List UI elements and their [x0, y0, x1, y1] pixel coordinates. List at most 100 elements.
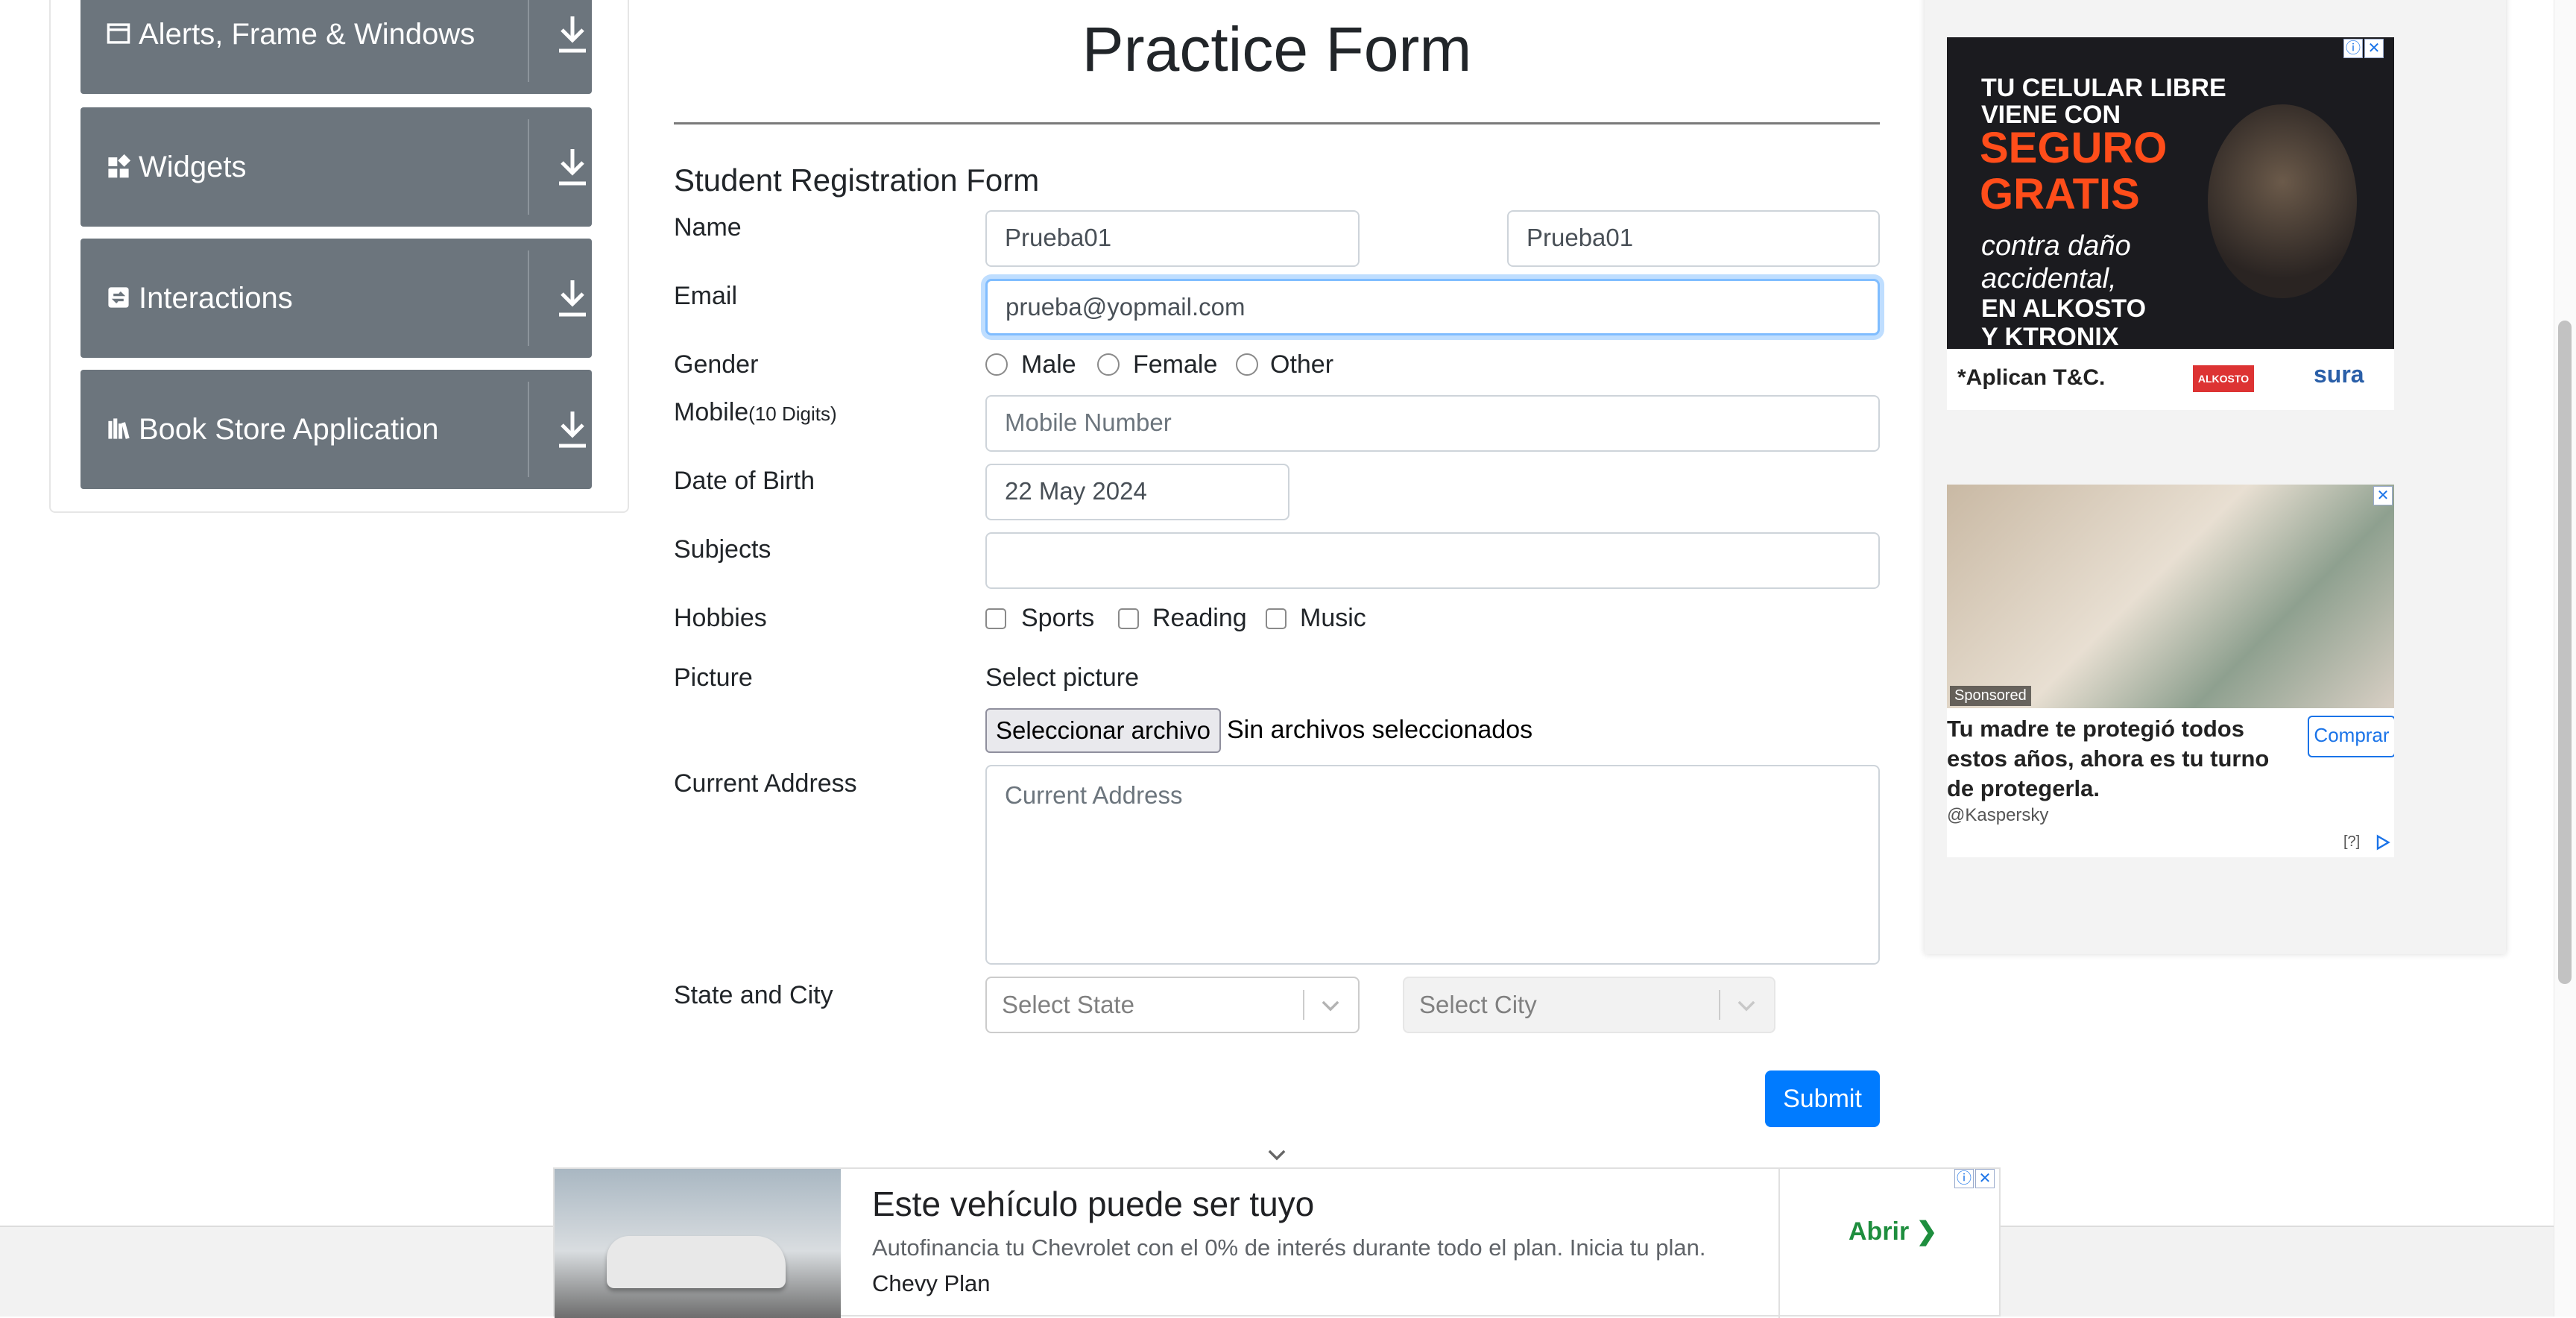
ad-text: accidental, — [1981, 263, 2117, 294]
sponsored-badge: Sponsored — [1950, 686, 2031, 706]
ad-info-icon[interactable]: ⓘ — [1954, 1169, 1974, 1188]
chevron-down-icon[interactable] — [1264, 1142, 1289, 1167]
hobby-reading-checkbox[interactable] — [1118, 608, 1139, 629]
hobby-sports-checkbox[interactable] — [985, 608, 1006, 629]
download-icon[interactable] — [555, 277, 590, 319]
ad-line: EN ALKOSTO Y KTRONIX — [1981, 294, 2146, 351]
picture-label: Picture — [674, 663, 753, 692]
download-icon[interactable] — [555, 13, 590, 55]
sidebar-group-bookstore[interactable]: Book Store Application — [80, 370, 592, 489]
mobile-hint: (10 Digits) — [748, 403, 837, 425]
chevron-down-icon[interactable] — [1318, 993, 1343, 1018]
gender-female-label[interactable]: Female — [1133, 350, 1217, 379]
state-select[interactable]: Select State — [985, 977, 1360, 1033]
ad-cta-button[interactable]: Abrir ❯ — [1849, 1217, 1937, 1246]
ad-text: Y KTRONIX — [1981, 323, 2119, 351]
dob-label: Date of Birth — [674, 467, 815, 495]
close-icon[interactable]: ✕ — [1975, 1169, 1995, 1188]
chevron-right-icon: ❯ — [1916, 1217, 1938, 1246]
ad-divider — [1778, 1169, 1780, 1318]
group-divider — [528, 0, 529, 82]
close-icon[interactable]: ✕ — [2364, 39, 2384, 58]
sidebar-group-label: Book Store Application — [139, 413, 439, 446]
chevron-down-icon[interactable] — [1734, 993, 1759, 1018]
ad-cta-button[interactable]: Comprar — [2308, 716, 2394, 757]
last-name-input[interactable]: Prueba01 — [1507, 210, 1880, 267]
sidebar-group-widgets[interactable]: Widgets — [80, 107, 592, 227]
submit-button[interactable]: Submit — [1765, 1071, 1880, 1127]
ad-kaspersky[interactable]: Sponsored Tu madre te protegió todos est… — [1947, 485, 2394, 857]
gender-female-radio[interactable] — [1097, 353, 1120, 376]
ad-footer: *Aplican T&C. ALKOSTO sura — [1947, 349, 2394, 410]
download-icon[interactable] — [555, 409, 590, 450]
gender-other-label[interactable]: Other — [1270, 350, 1333, 379]
window-icon — [107, 23, 130, 44]
hobby-reading-label[interactable]: Reading — [1152, 604, 1247, 633]
picture-caption: Select picture — [985, 663, 1139, 692]
form-title: Student Registration Form — [674, 163, 1040, 198]
select-separator — [1719, 990, 1720, 1020]
mobile-placeholder: Mobile Number — [1005, 409, 1172, 436]
address-textarea[interactable]: Current Address — [985, 765, 1880, 965]
group-divider — [528, 119, 529, 215]
city-select[interactable]: Select City — [1403, 977, 1775, 1033]
state-placeholder: Select State — [1002, 991, 1134, 1018]
gender-male-label[interactable]: Male — [1021, 350, 1076, 379]
ad-text: SEGURO — [1980, 124, 2168, 172]
mobile-label: Mobile(10 Digits) — [674, 398, 837, 427]
bookstore-icon — [108, 418, 130, 439]
ad-image-car — [555, 1169, 841, 1318]
ad-text: EN ALKOSTO — [1981, 294, 2147, 323]
ad-terms: *Aplican T&C. — [1957, 365, 2106, 390]
file-status: Sin archivos seleccionados — [1227, 716, 1533, 744]
ad-line: SEGURO GRATIS — [1980, 125, 2167, 218]
gender-label: Gender — [674, 350, 759, 379]
select-separator — [1303, 990, 1304, 1020]
email-label: Email — [674, 282, 738, 310]
sidebar-group-label: Alerts, Frame & Windows — [139, 18, 476, 51]
close-icon[interactable]: ✕ — [2373, 486, 2393, 505]
widgets-icon — [108, 154, 131, 178]
sidebar-group-alerts[interactable]: Alerts, Frame & Windows — [80, 0, 592, 94]
ad-help-link[interactable]: [?] — [2343, 833, 2360, 851]
gender-male-radio[interactable] — [985, 353, 1008, 376]
ad-brand-logo: ALKOSTO — [2193, 365, 2254, 392]
adchoices-icon[interactable] — [2373, 833, 2391, 851]
ad-headline[interactable]: Tu madre te protegió todos estos años, a… — [1947, 714, 2290, 804]
dob-input[interactable]: 22 May 2024 — [985, 464, 1289, 520]
group-divider — [528, 250, 529, 346]
subjects-input[interactable] — [985, 532, 1880, 589]
interactions-icon — [108, 287, 129, 308]
ad-image-people — [1947, 485, 2394, 708]
ad-image-dog — [2208, 104, 2357, 298]
hobby-sports-label[interactable]: Sports — [1021, 604, 1094, 633]
ad-text: TU CELULAR LIBRE — [1981, 74, 2226, 102]
sidebar-group-label: Interactions — [139, 282, 293, 315]
gender-other-radio[interactable] — [1236, 353, 1258, 376]
sidebar-group-label: Widgets — [139, 151, 247, 183]
ad-text: GRATIS — [1980, 170, 2140, 218]
email-input[interactable]: prueba@yopmail.com — [985, 279, 1880, 335]
address-label: Current Address — [674, 769, 857, 798]
sidebar-group-interactions[interactable]: Interactions — [80, 239, 592, 358]
choose-file-button[interactable]: Seleccionar archivo — [985, 708, 1221, 753]
ad-cta-label: Abrir — [1849, 1217, 1910, 1246]
subjects-label: Subjects — [674, 535, 771, 564]
title-divider — [674, 122, 1880, 124]
ad-alkosto[interactable]: TU CELULAR LIBRE VIENE CON SEGURO GRATIS c… — [1947, 37, 2394, 410]
ad-line: TU CELULAR LIBRE VIENE CON — [1981, 75, 2226, 128]
hobby-music-label[interactable]: Music — [1300, 604, 1366, 633]
ad-info-icon[interactable]: ⓘ — [2343, 39, 2363, 58]
hobbies-label: Hobbies — [674, 604, 767, 632]
city-placeholder: Select City — [1419, 991, 1537, 1018]
download-icon[interactable] — [555, 146, 590, 188]
mobile-input[interactable]: Mobile Number — [985, 395, 1880, 452]
ad-advertiser: Chevy Plan — [872, 1270, 991, 1296]
ad-headline[interactable]: Este vehículo puede ser tuyo — [872, 1184, 1314, 1224]
scrollbar-thumb[interactable] — [2558, 321, 2572, 984]
hobby-music-checkbox[interactable] — [1266, 608, 1287, 629]
name-label: Name — [674, 213, 742, 242]
first-name-input[interactable]: Prueba01 — [985, 210, 1360, 267]
ad-brand-logo: sura — [2314, 361, 2364, 388]
bottom-ad-banner[interactable]: Este vehículo puede ser tuyo Autofinanci… — [553, 1167, 2001, 1318]
